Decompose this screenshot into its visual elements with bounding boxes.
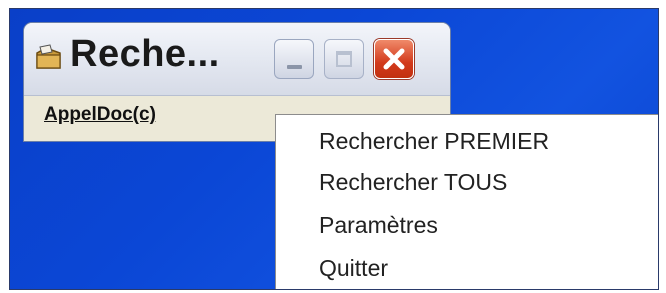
folder-search-icon — [36, 44, 61, 69]
maximize-icon — [336, 51, 352, 67]
context-menu: Rechercher PREMIER Rechercher TOUS Param… — [275, 114, 658, 289]
menu-item-rechercher-premier[interactable]: Rechercher PREMIER — [319, 128, 549, 155]
close-button[interactable] — [374, 39, 414, 79]
maximize-button[interactable] — [324, 39, 364, 79]
menu-item-parametres[interactable]: Paramètres — [319, 212, 438, 239]
window-title: Reche... — [70, 33, 220, 75]
minimize-button[interactable] — [274, 39, 314, 79]
menu-appeldoc[interactable]: AppelDoc(c) — [44, 104, 156, 126]
menu-item-quitter[interactable]: Quitter — [319, 255, 388, 282]
screenshot-frame: Reche... AppelDoc(c) Rechercher PREMIER — [0, 0, 666, 293]
menu-item-rechercher-tous[interactable]: Rechercher TOUS — [319, 169, 507, 196]
desktop-background: Reche... AppelDoc(c) Rechercher PREMIER — [9, 8, 659, 290]
close-icon — [383, 48, 405, 70]
minimize-icon — [287, 65, 302, 69]
title-bar[interactable]: Reche... — [24, 23, 450, 96]
